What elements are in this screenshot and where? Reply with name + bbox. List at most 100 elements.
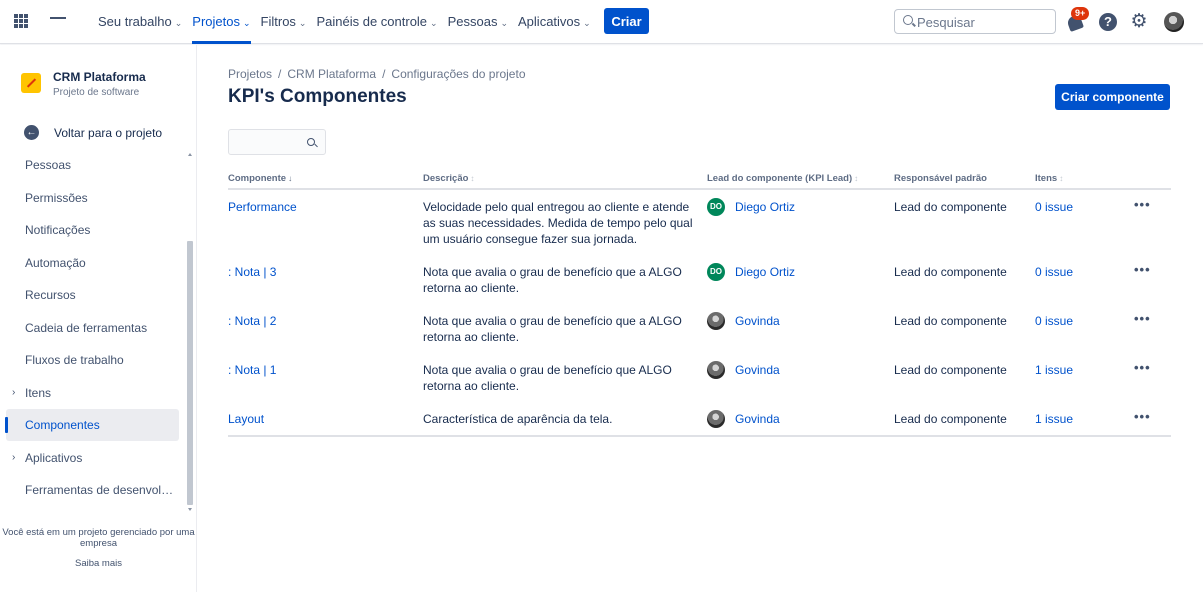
avatar bbox=[707, 361, 725, 379]
table-header-divider bbox=[228, 188, 1171, 190]
top-navigation: Seu trabalho ⌄ Projetos ⌄ Filtros ⌄ Painéis… bbox=[0, 0, 1203, 44]
component-name-link[interactable]: : Nota | 1 bbox=[228, 362, 276, 378]
more-actions-button[interactable]: ••• bbox=[1134, 198, 1151, 211]
sidebar-item-cadeia-ferramentas[interactable]: Cadeia de ferramentas bbox=[0, 312, 180, 344]
app-switcher-icon[interactable] bbox=[14, 14, 28, 28]
sort-icon: ↕ bbox=[854, 174, 859, 183]
create-component-button[interactable]: Criar componente bbox=[1055, 84, 1170, 110]
chevron-down-icon: ⌄ bbox=[298, 18, 307, 28]
search-input[interactable] bbox=[917, 13, 1047, 31]
breadcrumb-projetos[interactable]: Projetos bbox=[228, 67, 272, 81]
issues-count-link[interactable]: 0 issue bbox=[1035, 313, 1073, 329]
notification-badge: 9+ bbox=[1071, 7, 1090, 20]
product-logo[interactable] bbox=[50, 17, 66, 27]
sidebar-scrollbar[interactable] bbox=[186, 151, 194, 513]
default-assignee: Lead do componente bbox=[894, 200, 1007, 214]
component-description: Nota que avalia o grau de benefício que … bbox=[423, 363, 672, 393]
breadcrumb: Projetos / CRM Plataforma / Configurações do… bbox=[228, 67, 526, 81]
search-box[interactable] bbox=[894, 9, 1056, 34]
component-name-link[interactable]: : Nota | 2 bbox=[228, 313, 276, 329]
lead-name-link[interactable]: Diego Ortiz bbox=[735, 264, 795, 280]
component-description: Nota que avalia o grau de benefício que … bbox=[423, 265, 682, 295]
chevron-down-icon: ⌄ bbox=[583, 18, 591, 28]
chevron-down-icon: ⌄ bbox=[242, 18, 251, 28]
component-name-link[interactable]: Performance bbox=[228, 199, 297, 215]
project-name: CRM Plataforma bbox=[53, 70, 146, 84]
chevron-down-icon: ⌄ bbox=[174, 18, 183, 28]
learn-more-link[interactable]: Saiba mais bbox=[0, 558, 197, 569]
nav-projetos[interactable]: Projetos ⌄ bbox=[192, 0, 251, 44]
sidebar-item-pessoas[interactable]: Pessoas bbox=[0, 149, 180, 181]
sidebar-item-recursos[interactable]: Recursos bbox=[0, 279, 180, 311]
more-actions-button[interactable]: ••• bbox=[1134, 312, 1151, 325]
sidebar-item-permissoes[interactable]: Permissões bbox=[0, 182, 180, 214]
chevron-right-icon: › bbox=[12, 387, 16, 398]
avatar bbox=[707, 312, 725, 330]
issues-count-link[interactable]: 0 issue bbox=[1035, 264, 1073, 280]
lead-name-link[interactable]: Govinda bbox=[735, 362, 780, 378]
create-button[interactable]: Criar bbox=[604, 8, 649, 34]
column-header-lead[interactable]: Lead do componente (KPI Lead) ↕ bbox=[707, 173, 858, 184]
sort-icon: ↕ bbox=[470, 174, 475, 183]
gear-icon[interactable]: ⚙ bbox=[1129, 12, 1149, 32]
sidebar-item-fluxos[interactable]: Fluxos de trabalho bbox=[0, 344, 180, 376]
column-header-items[interactable]: Itens ↕ bbox=[1035, 173, 1063, 184]
lead-name-link[interactable]: Govinda bbox=[735, 411, 780, 427]
sidebar-item-notificacoes[interactable]: Notificações bbox=[0, 214, 180, 246]
filter-input[interactable] bbox=[235, 134, 301, 150]
default-assignee: Lead do componente bbox=[894, 363, 1007, 377]
primary-nav: Seu trabalho ⌄ Projetos ⌄ Filtros ⌄ Painéis… bbox=[98, 0, 601, 44]
component-description: Nota que avalia o grau de benefício que … bbox=[423, 314, 682, 344]
profile-avatar[interactable] bbox=[1164, 12, 1184, 32]
avatar: DO bbox=[707, 198, 725, 216]
default-assignee: Lead do componente bbox=[894, 314, 1007, 328]
sidebar-item-itens[interactable]: › Itens bbox=[0, 377, 180, 409]
nav-pessoas[interactable]: Pessoas ⌄ bbox=[448, 0, 508, 44]
nav-aplicativos[interactable]: Aplicativos ⌄ bbox=[518, 0, 591, 44]
chevron-right-icon: › bbox=[12, 452, 16, 463]
sidebar-item-componentes[interactable]: Componentes bbox=[5, 409, 179, 441]
component-description: Velocidade pelo qual entregou ao cliente… bbox=[423, 200, 693, 246]
component-name-link[interactable]: Layout bbox=[228, 411, 264, 427]
scroll-up-arrow-icon[interactable] bbox=[188, 153, 192, 156]
project-type: Projeto de software bbox=[53, 87, 140, 98]
nav-filtros[interactable]: Filtros ⌄ bbox=[261, 0, 307, 44]
component-name-link[interactable]: : Nota | 3 bbox=[228, 264, 276, 280]
project-avatar-icon bbox=[21, 73, 41, 93]
avatar: DO bbox=[707, 263, 725, 281]
avatar bbox=[707, 410, 725, 428]
component-description: Característica de aparência da tela. bbox=[423, 412, 613, 426]
breadcrumb-project[interactable]: CRM Plataforma bbox=[287, 67, 376, 81]
more-actions-button[interactable]: ••• bbox=[1134, 263, 1151, 276]
breadcrumb-settings[interactable]: Configurações do projeto bbox=[391, 67, 525, 81]
help-icon[interactable]: ? bbox=[1099, 13, 1117, 31]
sort-icon: ↕ bbox=[1059, 174, 1064, 183]
managed-project-note: Você está em um projeto gerenciado por u… bbox=[2, 527, 195, 549]
table-footer-divider bbox=[228, 435, 1171, 437]
nav-paineis[interactable]: Painéis de controle ⌄ bbox=[316, 0, 437, 44]
chevron-down-icon: ⌄ bbox=[500, 18, 509, 28]
column-header-description[interactable]: Descrição ↕ bbox=[423, 173, 474, 184]
sidebar-item-aplicativos[interactable]: › Aplicativos bbox=[0, 442, 180, 474]
notifications-button[interactable]: 9+ bbox=[1066, 7, 1090, 32]
column-header-assignee: Responsável padrão bbox=[894, 173, 987, 184]
column-header-component[interactable]: Componente ↓ bbox=[228, 173, 292, 184]
arrow-left-icon: ← bbox=[24, 125, 39, 140]
sidebar-item-ferramentas-dev[interactable]: Ferramentas de desenvol… bbox=[0, 474, 180, 506]
issues-count-link[interactable]: 0 issue bbox=[1035, 199, 1073, 215]
lead-name-link[interactable]: Diego Ortiz bbox=[735, 199, 795, 215]
lead-name-link[interactable]: Govinda bbox=[735, 313, 780, 329]
sidebar-nav-list: Pessoas Permissões Notificações Automaçã… bbox=[0, 149, 186, 517]
default-assignee: Lead do componente bbox=[894, 265, 1007, 279]
more-actions-button[interactable]: ••• bbox=[1134, 410, 1151, 423]
issues-count-link[interactable]: 1 issue bbox=[1035, 411, 1073, 427]
more-actions-button[interactable]: ••• bbox=[1134, 361, 1151, 374]
issues-count-link[interactable]: 1 issue bbox=[1035, 362, 1073, 378]
scrollbar-thumb[interactable] bbox=[187, 241, 193, 505]
chevron-down-icon: ⌄ bbox=[430, 18, 438, 28]
sort-down-icon: ↓ bbox=[288, 174, 293, 183]
scroll-down-arrow-icon[interactable] bbox=[188, 508, 192, 511]
sidebar-item-automacao[interactable]: Automação bbox=[0, 247, 180, 279]
nav-seu-trabalho[interactable]: Seu trabalho ⌄ bbox=[98, 0, 182, 44]
component-filter[interactable] bbox=[228, 129, 326, 155]
